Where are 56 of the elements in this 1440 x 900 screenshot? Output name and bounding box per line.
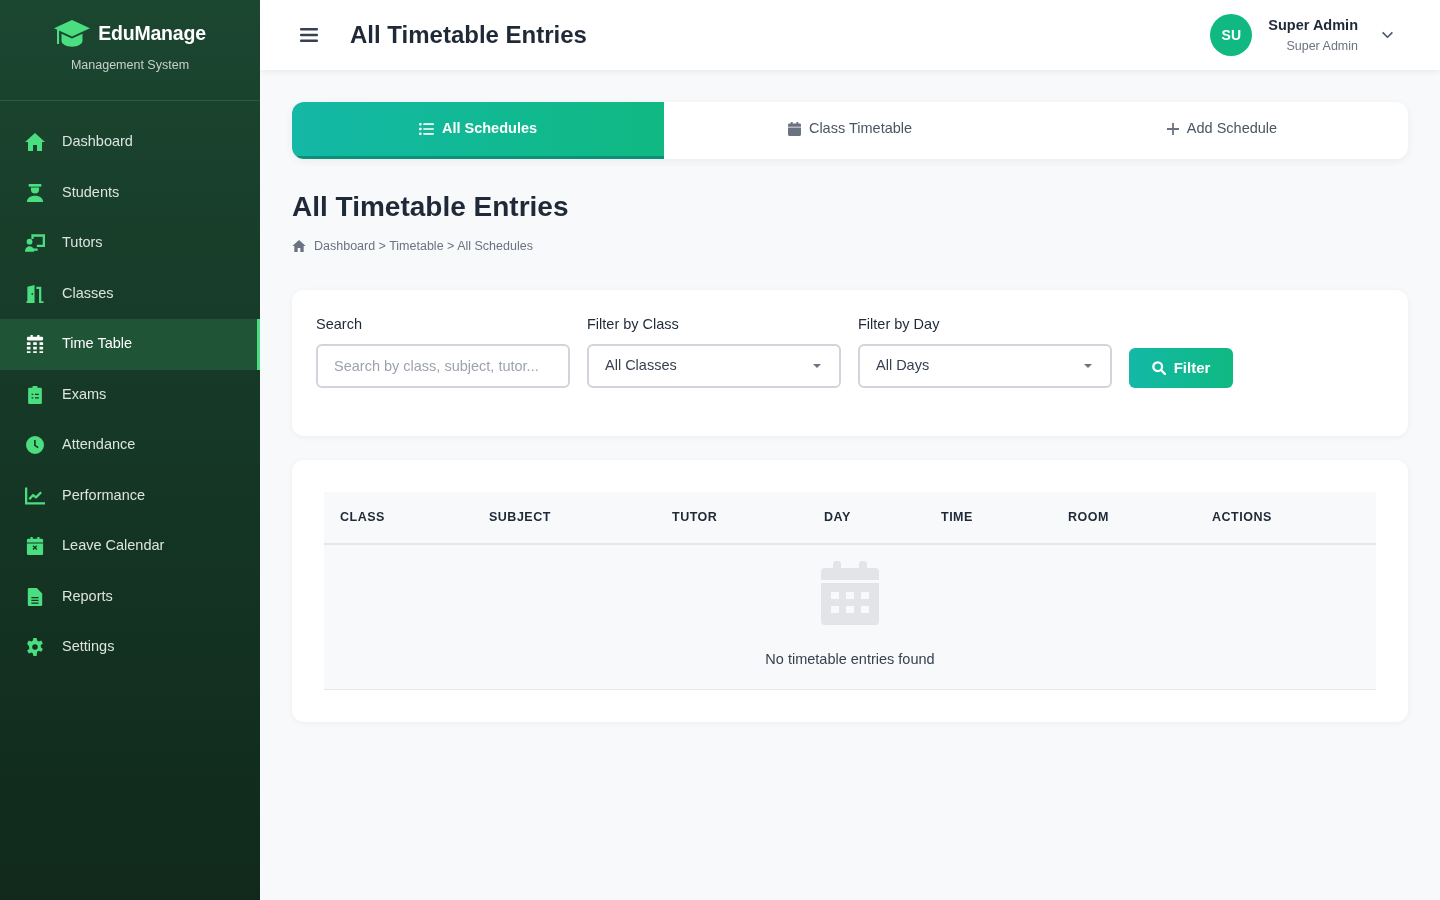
- sidebar-item[interactable]: Exams: [0, 369, 260, 420]
- column-header: TUTOR: [656, 491, 808, 544]
- user-avatar: SU: [1210, 14, 1253, 56]
- class-select[interactable]: All Classes: [587, 343, 841, 388]
- sidebar-item[interactable]: Dashboard: [0, 117, 260, 168]
- plus-icon: [1166, 123, 1179, 135]
- brand-subtitle: Management System: [70, 57, 190, 75]
- home-icon: [25, 133, 45, 152]
- chevron-down-icon[interactable]: [1381, 31, 1394, 39]
- user-role: Super Admin: [1286, 38, 1358, 55]
- breadcrumb: Dashboard > Timetable > All Schedules: [314, 238, 533, 255]
- calendar-x-icon: [25, 537, 45, 556]
- sidebar-item[interactable]: Classes: [0, 268, 260, 319]
- user-name: Super Admin: [1268, 16, 1358, 35]
- clock-icon: [25, 436, 45, 455]
- search-icon: [1151, 360, 1166, 375]
- sidebar-item[interactable]: Tutors: [0, 218, 260, 269]
- student-icon: [25, 183, 45, 202]
- settings-icon: [25, 638, 45, 657]
- document-icon: [25, 587, 45, 606]
- graduation-cap-icon: [54, 20, 91, 48]
- day-select[interactable]: All Days: [858, 343, 1112, 388]
- sidebar-item[interactable]: Attendance: [0, 420, 260, 471]
- sidebar-item[interactable]: Reports: [0, 571, 260, 622]
- empty-message: No timetable entries found: [765, 649, 935, 669]
- page-title: All Timetable Entries: [292, 190, 570, 224]
- teacher-board-icon: [25, 234, 45, 253]
- field-label: Filter by Class: [587, 314, 680, 334]
- sidebar-item[interactable]: Students: [0, 167, 260, 218]
- sidebar-item[interactable]: Settings: [0, 622, 260, 673]
- sidebar-item[interactable]: Performance: [0, 470, 260, 521]
- list-icon: [418, 123, 434, 135]
- sidebar-item[interactable]: Leave Calendar: [0, 521, 260, 572]
- tab[interactable]: Class Timetable: [664, 102, 1036, 159]
- line-chart-icon: [25, 486, 45, 505]
- brand-name: EduManage: [98, 21, 206, 46]
- page-header-title: All Timetable Entries: [350, 20, 587, 50]
- door-icon: [25, 284, 45, 303]
- column-header: ACTIONS: [1196, 491, 1376, 544]
- caret-down-icon: [813, 363, 821, 368]
- sidebar-item[interactable]: Time Table: [0, 319, 260, 370]
- column-header: DAY: [808, 491, 925, 544]
- home-icon: [292, 240, 306, 253]
- column-header: CLASS: [324, 491, 473, 544]
- column-header: ROOM: [1052, 491, 1196, 544]
- caret-down-icon: [1084, 363, 1092, 368]
- menu-icon[interactable]: [300, 27, 318, 43]
- calendar-icon: [787, 122, 801, 136]
- calendar-icon: [25, 335, 45, 354]
- field-label: Filter by Day: [858, 314, 941, 334]
- field-label: Search: [316, 314, 363, 334]
- clipboard-icon: [25, 385, 45, 404]
- tab[interactable]: Add Schedule: [1036, 102, 1408, 159]
- column-header: SUBJECT: [473, 491, 656, 544]
- column-header: TIME: [925, 491, 1052, 544]
- search-field[interactable]: Search by class, subject, tutor...: [316, 343, 570, 388]
